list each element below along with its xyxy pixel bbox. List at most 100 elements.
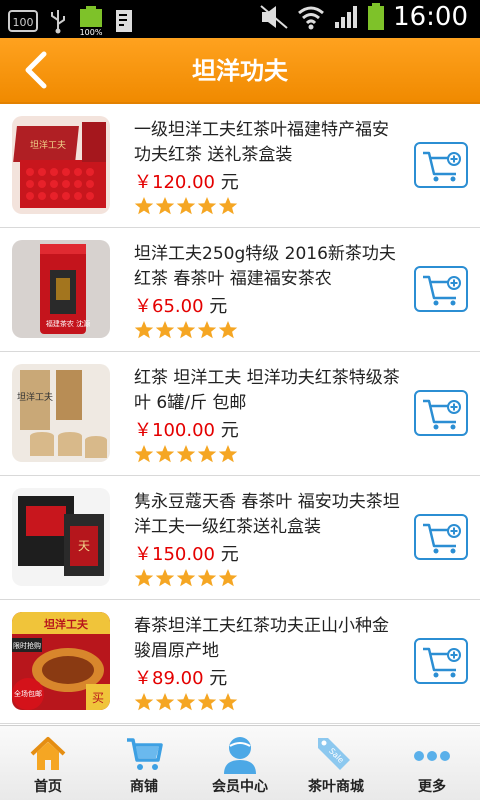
page-title: 坦洋功夫 (192, 57, 288, 85)
tab-label: 会员中心 (212, 779, 268, 795)
tab-home[interactable]: 首页 (0, 726, 96, 800)
star-icon (134, 569, 154, 587)
bottom-tab-bar: 首页 商铺 会员中心 Sale 茶叶商城 更多 (0, 725, 480, 800)
notification-icon (116, 10, 132, 32)
price-unit: 元 (203, 296, 228, 317)
product-title: 坦洋工夫250g特级 2016新茶功夫红茶 春茶叶 福建福安茶农 (134, 244, 396, 289)
star-rating (134, 320, 238, 340)
add-to-cart-button[interactable] (414, 142, 468, 188)
product-list: 坦洋工夫 一级坦洋工夫红茶叶福建特产福安功夫红茶 送礼茶盒装 ￥120.00 元 (0, 104, 480, 725)
svg-text:坦洋工夫: 坦洋工夫 (17, 391, 53, 403)
product-title: 隽永豆蔻天香 春茶叶 福安功夫茶坦洋工夫一级红茶送礼盒装 (134, 492, 400, 537)
star-rating (134, 196, 238, 216)
more-dots-icon (414, 751, 450, 761)
price-value: ￥65.00 (134, 296, 204, 317)
product-thumbnail: 坦洋工夫 (12, 364, 110, 462)
star-icon (155, 321, 175, 339)
tab-tea-mall[interactable]: Sale 茶叶商城 (288, 726, 384, 800)
cart-add-icon (423, 399, 461, 430)
star-icon (176, 321, 196, 339)
cart-add-icon (423, 275, 461, 306)
status-bar: 100 100% 16:00 (0, 0, 480, 38)
star-icon (218, 445, 238, 463)
svg-text:福建茶农 沈源: 福建茶农 沈源 (46, 319, 90, 328)
cart-add-icon (423, 647, 461, 678)
svg-text:坦洋工夫: 坦洋工夫 (30, 139, 66, 151)
star-icon (197, 197, 217, 215)
star-icon (155, 693, 175, 711)
svg-text:坦洋工夫: 坦洋工夫 (44, 617, 89, 631)
star-icon (218, 197, 238, 215)
product-thumbnail: 坦洋工夫 (12, 116, 110, 214)
product-thumbnail: 坦洋工夫 限时抢购 全场包邮 买 (12, 612, 110, 710)
product-item[interactable]: 坦洋工夫 限时抢购 全场包邮 买 春茶坦洋工夫红茶功夫正山小种金骏眉原产地 ￥8… (0, 600, 480, 724)
product-title: 红茶 坦洋工夫 坦洋功夫红茶特级茶叶 6罐/斤 包邮 (134, 368, 400, 413)
star-icon (155, 445, 175, 463)
add-to-cart-button[interactable] (414, 638, 468, 684)
product-thumbnail: 天 (12, 488, 110, 586)
price-value: ￥100.00 (134, 420, 215, 441)
price-value: ￥120.00 (134, 172, 215, 193)
tab-label: 商铺 (130, 779, 158, 795)
product-title: 春茶坦洋工夫红茶功夫正山小种金骏眉原产地 (134, 616, 389, 661)
star-icon (218, 693, 238, 711)
product-item[interactable]: 坦洋工夫 红茶 坦洋工夫 坦洋功夫红茶特级茶叶 6罐/斤 包邮 ￥100.00 … (0, 352, 480, 476)
svg-text:全场包邮: 全场包邮 (14, 689, 42, 698)
star-icon (134, 445, 154, 463)
cart-add-icon (423, 523, 461, 554)
signal-icon (335, 6, 358, 28)
product-title: 一级坦洋工夫红茶叶福建特产福安功夫红茶 送礼茶盒装 (134, 120, 389, 165)
usb-icon (51, 10, 65, 34)
storage-100-icon: 100 (8, 10, 38, 32)
add-to-cart-button[interactable] (414, 390, 468, 436)
battery-full-icon: 100% (80, 6, 103, 36)
star-icon (134, 693, 154, 711)
tab-more[interactable]: 更多 (384, 726, 480, 800)
price-unit: 元 (214, 172, 239, 193)
star-icon (134, 197, 154, 215)
home-icon (30, 737, 66, 770)
cart-add-icon (423, 151, 461, 182)
status-time: 16:00 (393, 2, 468, 32)
tab-label: 首页 (34, 779, 62, 795)
star-icon (197, 445, 217, 463)
cart-icon (127, 738, 163, 770)
wifi-icon (298, 6, 325, 30)
svg-text:买: 买 (92, 691, 104, 705)
price-unit: 元 (214, 420, 239, 441)
product-price: ￥150.00 元 (134, 540, 239, 566)
price-value: ￥89.00 (134, 668, 204, 689)
product-item[interactable]: 坦洋工夫 一级坦洋工夫红茶叶福建特产福安功夫红茶 送礼茶盒装 ￥120.00 元 (0, 104, 480, 228)
star-icon (197, 321, 217, 339)
header-bar: 坦洋功夫 (0, 38, 480, 104)
star-rating (134, 692, 238, 712)
product-item[interactable]: 天 隽永豆蔻天香 春茶叶 福安功夫茶坦洋工夫一级红茶送礼盒装 ￥150.00 元 (0, 476, 480, 600)
tab-shop[interactable]: 商铺 (96, 726, 192, 800)
sale-tag-icon: Sale (318, 738, 350, 770)
star-icon (176, 445, 196, 463)
svg-text:100%: 100% (80, 28, 103, 36)
tab-label: 更多 (418, 779, 446, 795)
star-icon (218, 321, 238, 339)
battery-status-icon (368, 3, 385, 30)
tab-label: 茶叶商城 (308, 779, 364, 795)
product-price: ￥120.00 元 (134, 168, 239, 194)
tab-member-center[interactable]: 会员中心 (192, 726, 288, 800)
product-price: ￥65.00 元 (134, 292, 227, 318)
star-icon (197, 693, 217, 711)
add-to-cart-button[interactable] (414, 514, 468, 560)
star-icon (197, 569, 217, 587)
star-icon (176, 693, 196, 711)
star-icon (176, 197, 196, 215)
price-unit: 元 (214, 544, 239, 565)
svg-text:限时抢购: 限时抢购 (13, 641, 41, 650)
star-icon (218, 569, 238, 587)
star-icon (134, 321, 154, 339)
star-rating (134, 444, 238, 464)
star-icon (176, 569, 196, 587)
product-price: ￥89.00 元 (134, 664, 227, 690)
add-to-cart-button[interactable] (414, 266, 468, 312)
star-icon (155, 569, 175, 587)
product-item[interactable]: 福建茶农 沈源 坦洋工夫250g特级 2016新茶功夫红茶 春茶叶 福建福安茶农… (0, 228, 480, 352)
price-unit: 元 (203, 668, 228, 689)
